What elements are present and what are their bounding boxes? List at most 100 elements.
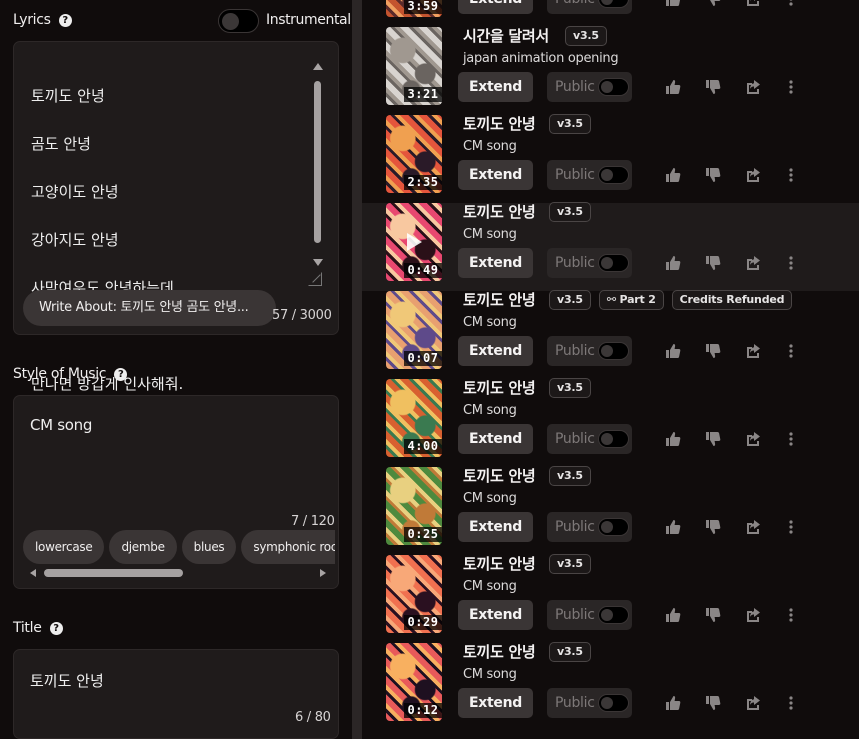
write-about-button[interactable]: Write About: 토끼도 안녕 곰도 안녕... — [23, 290, 276, 326]
song-row[interactable]: 3:59 Extend Public — [362, 0, 859, 27]
more-icon[interactable] — [783, 343, 799, 359]
public-switch[interactable] — [598, 78, 629, 96]
public-switch[interactable] — [598, 0, 629, 8]
part-link-badge[interactable]: ⚯ Part 2 — [598, 290, 664, 310]
extend-button[interactable]: Extend — [458, 688, 533, 718]
thumbs-up-icon[interactable] — [665, 255, 681, 271]
help-icon[interactable]: ? — [58, 13, 72, 27]
song-row[interactable]: 0:07 토끼도 안녕 v3.5 ⚯ Part 2 Credits Refunded CM… — [362, 289, 859, 379]
share-icon[interactable] — [745, 255, 761, 271]
share-icon[interactable] — [745, 167, 761, 183]
thumbs-up-icon[interactable] — [665, 167, 681, 183]
thumbs-up-icon[interactable] — [665, 607, 681, 623]
extend-button[interactable]: Extend — [458, 72, 533, 102]
scroll-thumb[interactable] — [314, 81, 321, 243]
public-toggle[interactable]: Public — [547, 336, 632, 366]
extend-button[interactable]: Extend — [458, 512, 533, 542]
extend-button[interactable]: Extend — [458, 424, 533, 454]
style-input-box[interactable]: CM song 7 / 120 lowercase djembe blues symp… — [13, 395, 339, 589]
thumbs-up-icon[interactable] — [665, 343, 681, 359]
song-title[interactable]: 토끼도 안녕 — [463, 377, 536, 398]
resize-handle-icon[interactable] — [308, 272, 322, 286]
panel-divider[interactable] — [352, 0, 362, 739]
song-title[interactable]: 토끼도 안녕 — [463, 465, 536, 486]
public-toggle[interactable]: Public — [547, 0, 632, 14]
share-icon[interactable] — [745, 519, 761, 535]
thumbs-up-icon[interactable] — [665, 431, 681, 447]
public-switch[interactable] — [598, 342, 629, 360]
lyrics-textarea[interactable]: 토끼도 안녕 곰도 안녕 고양이도 안녕 강아지도 안녕 사막여우도 안녕하는데… — [13, 41, 339, 393]
style-chip[interactable]: symphonic rock — [241, 530, 335, 564]
song-title[interactable]: 토끼도 안녕 — [463, 553, 536, 574]
thumbs-down-icon[interactable] — [705, 255, 721, 271]
song-row[interactable]: 0:12 토끼도 안녕 v3.5 CM song Extend Public — [362, 641, 859, 731]
public-toggle[interactable]: Public — [547, 600, 632, 630]
thumbs-down-icon[interactable] — [705, 607, 721, 623]
share-icon[interactable] — [745, 343, 761, 359]
extend-button[interactable]: Extend — [458, 160, 533, 190]
share-icon[interactable] — [745, 607, 761, 623]
thumbs-down-icon[interactable] — [705, 431, 721, 447]
more-icon[interactable] — [783, 255, 799, 271]
title-input-box[interactable]: 토끼도 안녕 6 / 80 — [13, 649, 339, 739]
song-title[interactable]: 토끼도 안녕 — [463, 113, 536, 134]
thumbs-up-icon[interactable] — [665, 695, 681, 711]
more-icon[interactable] — [783, 431, 799, 447]
share-icon[interactable] — [745, 0, 761, 7]
public-switch[interactable] — [598, 694, 629, 712]
help-icon[interactable]: ? — [49, 621, 63, 635]
song-title[interactable]: 토끼도 안녕 — [463, 289, 536, 310]
scroll-thumb[interactable] — [44, 569, 183, 577]
public-toggle[interactable]: Public — [547, 248, 632, 278]
style-chip[interactable]: blues — [181, 530, 237, 564]
thumbs-up-icon[interactable] — [665, 519, 681, 535]
public-toggle[interactable]: Public — [547, 512, 632, 542]
song-row[interactable]: 2:35 토끼도 안녕 v3.5 CM song Extend Public — [362, 113, 859, 203]
style-chip[interactable]: lowercase — [23, 530, 105, 564]
extend-button[interactable]: Extend — [458, 600, 533, 630]
song-row[interactable]: 3:21 시간을 달려서 v3.5 japan animation opening Ex… — [362, 25, 859, 115]
thumbs-down-icon[interactable] — [705, 519, 721, 535]
song-title[interactable]: 토끼도 안녕 — [463, 201, 536, 222]
public-switch[interactable] — [598, 166, 629, 184]
extend-button[interactable]: Extend — [458, 248, 533, 278]
more-icon[interactable] — [783, 0, 799, 7]
thumbs-down-icon[interactable] — [705, 695, 721, 711]
more-icon[interactable] — [783, 695, 799, 711]
thumbs-down-icon[interactable] — [705, 79, 721, 95]
style-input[interactable]: CM song — [30, 416, 92, 434]
more-icon[interactable] — [783, 167, 799, 183]
more-icon[interactable] — [783, 79, 799, 95]
title-input[interactable]: 토끼도 안녕 — [30, 670, 104, 691]
instrumental-toggle[interactable] — [218, 9, 259, 33]
public-toggle[interactable]: Public — [547, 424, 632, 454]
thumbs-down-icon[interactable] — [705, 0, 721, 7]
style-chip[interactable]: djembe — [109, 530, 177, 564]
thumbs-up-icon[interactable] — [665, 79, 681, 95]
song-title[interactable]: 시간을 달려서 — [463, 25, 549, 46]
extend-button[interactable]: Extend — [458, 336, 533, 366]
more-icon[interactable] — [783, 607, 799, 623]
public-toggle[interactable]: Public — [547, 160, 632, 190]
help-icon[interactable]: ? — [114, 367, 128, 381]
public-toggle[interactable]: Public — [547, 72, 632, 102]
extend-button[interactable]: Extend — [458, 0, 533, 14]
share-icon[interactable] — [745, 79, 761, 95]
lyrics-scrollbar[interactable] — [313, 63, 323, 269]
public-switch[interactable] — [598, 606, 629, 624]
thumbs-up-icon[interactable] — [665, 0, 681, 7]
scroll-down-icon[interactable] — [313, 259, 323, 266]
share-icon[interactable] — [745, 695, 761, 711]
public-toggle[interactable]: Public — [547, 688, 632, 718]
more-icon[interactable] — [783, 519, 799, 535]
song-row[interactable]: 4:00 토끼도 안녕 v3.5 CM song Extend Public — [362, 377, 859, 467]
scroll-up-icon[interactable] — [313, 63, 323, 70]
public-switch[interactable] — [598, 518, 629, 536]
chips-scrollbar[interactable] — [30, 568, 326, 578]
public-switch[interactable] — [598, 254, 629, 272]
song-title[interactable]: 토끼도 안녕 — [463, 641, 536, 662]
scroll-right-icon[interactable] — [320, 569, 326, 577]
scroll-left-icon[interactable] — [30, 569, 36, 577]
song-row[interactable]: 0:29 토끼도 안녕 v3.5 CM song Extend Public — [362, 553, 859, 643]
share-icon[interactable] — [745, 431, 761, 447]
